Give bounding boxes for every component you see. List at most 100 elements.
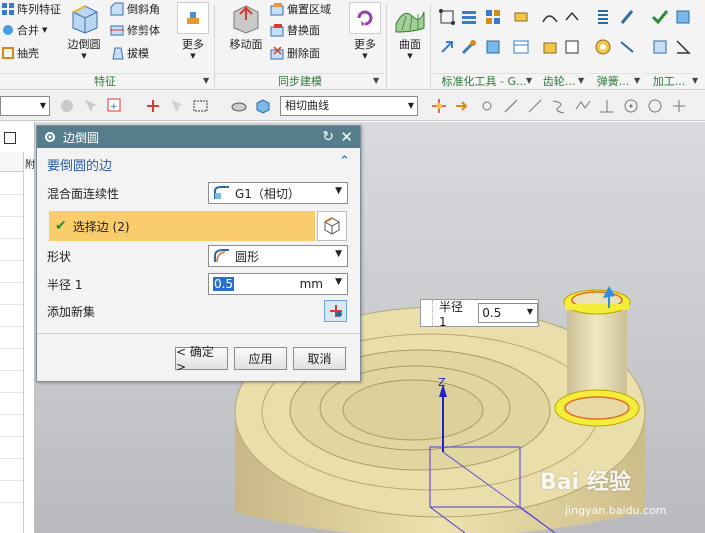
perpendicular-icon[interactable] (598, 97, 616, 115)
polyline-icon[interactable] (574, 97, 592, 115)
chevron-up-icon[interactable]: ⌃ (339, 154, 350, 169)
dialog-titlebar[interactable]: 边倒圆 ↻ ✕ (37, 126, 360, 148)
add-set-icon (329, 305, 342, 317)
offset-region-button[interactable]: 偏置区域 (270, 0, 331, 18)
section-header[interactable]: 要倒圆的边 ⌃ (37, 153, 360, 175)
select-edge-button[interactable] (317, 211, 347, 241)
part-icon[interactable] (484, 38, 502, 56)
rotate-icon[interactable] (563, 8, 581, 26)
table-icon[interactable] (512, 38, 530, 56)
navigator-column-header[interactable]: 附 (23, 152, 35, 533)
washer-icon[interactable] (594, 38, 612, 56)
cancel-button[interactable]: 取消 (293, 347, 346, 370)
machining-group-label: 加工... (644, 73, 694, 89)
spline-icon[interactable] (550, 97, 568, 115)
chevron-down-icon[interactable]: ▼ (335, 277, 342, 287)
merge-dropdown-icon[interactable]: ▼ (42, 26, 47, 34)
feature-more-button[interactable]: 更多 ▼ (176, 2, 210, 60)
ribbon-separator (430, 4, 431, 88)
angle-icon[interactable] (674, 38, 692, 56)
replace-face-button[interactable]: 替换面 (270, 21, 320, 39)
gear-group-label: 齿轮... (536, 73, 582, 89)
feather-icon[interactable] (618, 8, 636, 26)
layer-icon[interactable] (460, 8, 478, 26)
add-new-set-button[interactable] (324, 300, 347, 322)
circle-center-icon[interactable] (622, 97, 640, 115)
surface-icon (395, 11, 425, 33)
feature-more-dropdown-icon[interactable]: ▼ (190, 52, 195, 60)
arrow-right-icon[interactable] (454, 97, 472, 115)
gear-icon[interactable] (541, 38, 559, 56)
machining-group-expand-icon[interactable]: ▼ (692, 73, 702, 89)
nodes-icon[interactable] (478, 97, 496, 115)
curve-icon[interactable] (541, 8, 559, 26)
type-filter-combo[interactable]: ▼ (0, 96, 50, 116)
line-icon[interactable] (502, 97, 520, 115)
snap-icon[interactable]: + (106, 97, 124, 115)
ribbon: 阵列特征 合并 ▼ 抽壳 边倒圆 ▼ 倒斜角 修剪体 拔模 更多 ▼ 特征 ▼ … (0, 0, 705, 90)
check-icon[interactable] (651, 8, 669, 26)
box-select-icon[interactable] (192, 97, 210, 115)
merge-button[interactable]: 合并 ▼ (2, 21, 47, 39)
edge-blend-dropdown-icon[interactable]: ▼ (81, 52, 86, 60)
shape-select[interactable]: 圆形 ▼ (208, 245, 348, 267)
point-snap-icon[interactable] (430, 97, 448, 115)
navigator-window-icon[interactable] (4, 132, 16, 144)
edge-blend-button[interactable]: 边倒圆 ▼ (66, 2, 102, 60)
sync-group-expand-icon[interactable]: ▼ (373, 73, 383, 89)
filter-icon[interactable] (58, 97, 76, 115)
point-set-icon[interactable] (438, 8, 456, 26)
circle-icon[interactable] (646, 97, 664, 115)
curve-rule-combo[interactable]: 相切曲线 ▼ (280, 96, 418, 116)
trim-body-icon (110, 25, 124, 36)
curve-rule-value: 相切曲线 (285, 99, 329, 112)
grid-icon[interactable] (484, 8, 502, 26)
standard-parts-expand-icon[interactable]: ▼ (526, 73, 536, 89)
machining-icon[interactable] (674, 8, 692, 26)
apply-button[interactable]: 应用 (234, 347, 287, 370)
chevron-down-icon[interactable]: ▼ (527, 307, 533, 316)
sync-more-button[interactable]: 更多 ▼ (348, 2, 382, 60)
ok-button[interactable]: < 确定 > (175, 345, 228, 374)
pencil-icon[interactable] (512, 8, 530, 26)
radius-input[interactable]: 0.5 mm ▼ (208, 273, 348, 295)
select-icon[interactable] (82, 97, 100, 115)
surface-button[interactable]: 曲面 ▼ (393, 2, 427, 60)
select-edge-row[interactable]: ✔ 选择边 (2) (49, 211, 315, 241)
draft-label: 拔模 (127, 47, 149, 60)
sync-more-dropdown-icon[interactable]: ▼ (362, 52, 367, 60)
float-radius-label: 半径 1 (438, 299, 463, 329)
move-face-button[interactable]: 移动面 (228, 2, 264, 52)
continuity-select[interactable]: G1（相切） ▼ (208, 182, 348, 204)
gear-group-expand-icon[interactable]: ▼ (578, 73, 588, 89)
spring-icon[interactable] (594, 8, 612, 26)
plus-icon[interactable] (670, 97, 688, 115)
body-select-icon[interactable] (254, 97, 272, 115)
delete-face-button[interactable]: 删除面 (270, 44, 320, 62)
bolt-icon[interactable] (438, 38, 456, 56)
cube-icon (324, 217, 340, 235)
slash-icon[interactable] (526, 97, 544, 115)
feature-group-expand-icon[interactable]: ▼ (203, 73, 213, 89)
deselect-icon[interactable] (168, 97, 186, 115)
list-icon[interactable] (651, 38, 669, 56)
wrench-icon[interactable] (460, 38, 478, 56)
trim-body-button[interactable]: 修剪体 (110, 21, 160, 39)
drag-grip-icon[interactable] (423, 300, 433, 326)
move-face-label: 移动面 (229, 38, 263, 51)
vertex-snap-icon[interactable] (144, 97, 162, 115)
tool-icon[interactable] (618, 38, 636, 56)
chamfer-button[interactable]: 倒斜角 (110, 0, 160, 18)
surface-dropdown-icon[interactable]: ▼ (407, 52, 412, 60)
feature-group-label: 特征 (0, 73, 210, 89)
shell-button[interactable]: 抽壳 (2, 44, 39, 62)
array-feature-button[interactable]: 阵列特征 (2, 0, 61, 18)
close-icon[interactable]: ✕ (340, 128, 353, 146)
float-radius-field[interactable]: 0.5 ▼ (478, 303, 538, 323)
sync-more-icon (349, 2, 381, 34)
draft-button[interactable]: 拔模 (110, 44, 149, 62)
reset-icon[interactable]: ↻ (322, 129, 334, 145)
spring-group-expand-icon[interactable]: ▼ (634, 73, 644, 89)
face-select-icon[interactable] (230, 97, 248, 115)
spring-coil-icon[interactable] (563, 38, 581, 56)
